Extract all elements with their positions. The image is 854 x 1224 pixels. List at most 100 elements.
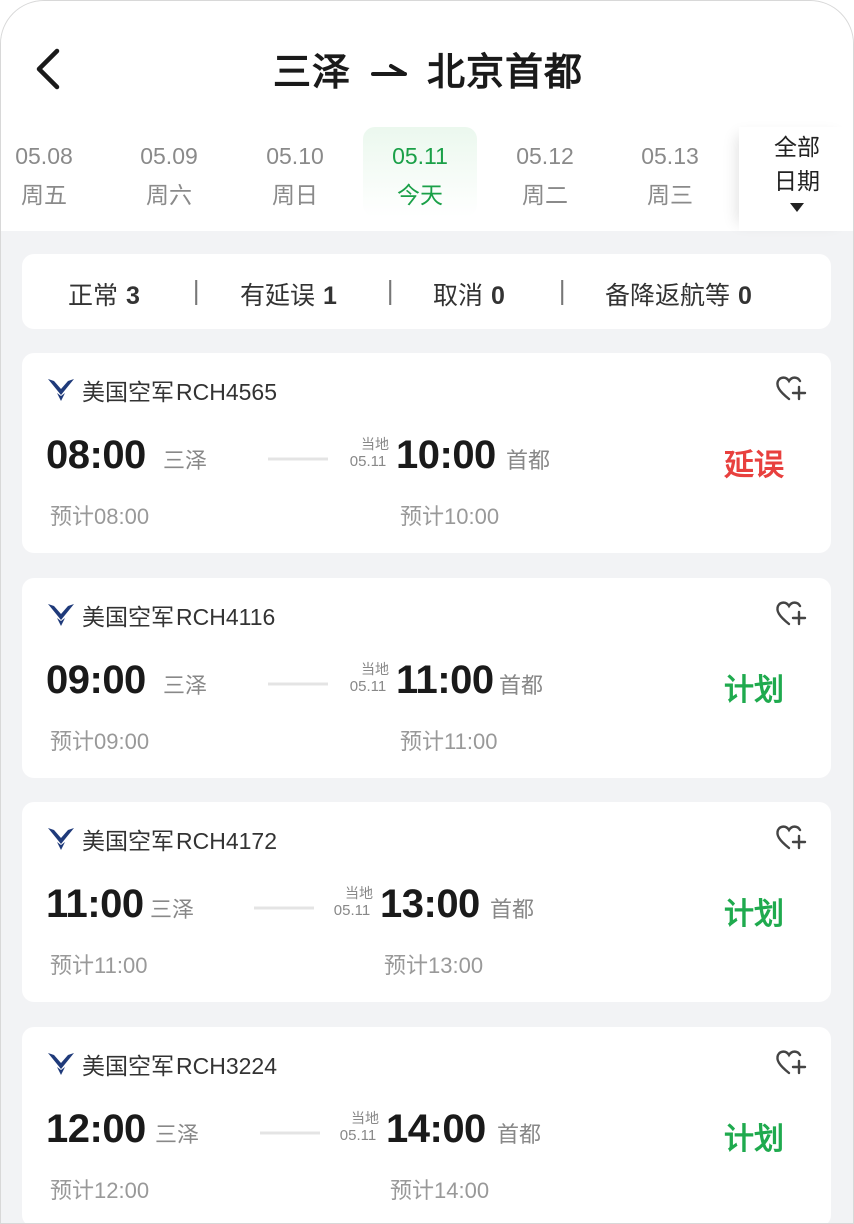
departure-city: 三泽 (163, 674, 208, 699)
separator: | (558, 276, 567, 305)
heart-plus-icon[interactable] (774, 373, 808, 403)
flight-card[interactable]: 美国空军RCH4565 08:00 三泽 当地 05.11 10:00 首都 延误… (22, 353, 831, 553)
departure-time: 12:00 (46, 1107, 146, 1151)
date-label: 05.12 (516, 143, 574, 169)
date-item-0513[interactable]: 05.13 周三 (613, 127, 727, 217)
heart-plus-icon[interactable] (774, 598, 808, 628)
delayed-label: 有延误 (240, 281, 316, 310)
departure-time: 08:00 (46, 433, 146, 477)
us-air-force-logo-icon (48, 1053, 74, 1075)
filter-diverted[interactable]: 备降返航等 0 (605, 276, 752, 312)
arrival-time: 10:00 (396, 433, 496, 477)
estimated-arrival: 预计13:00 (384, 953, 484, 979)
airline-name: 美国空军RCH4565 (82, 379, 277, 406)
weekday-label: 周三 (647, 183, 693, 209)
filter-delayed[interactable]: 有延误 1 (240, 276, 337, 312)
flight-code: RCH4565 (176, 379, 277, 405)
estimated-departure: 预计11:00 (50, 953, 148, 979)
flight-card[interactable]: 美国空军RCH3224 12:00 三泽 当地 05.11 14:00 首都 计划… (22, 1027, 831, 1223)
weekday-label: 周五 (21, 183, 67, 209)
route-line (254, 906, 314, 910)
diverted-label: 备降返航等 (605, 281, 731, 310)
status-badge: 计划 (724, 897, 784, 932)
cancelled-count: 0 (491, 282, 505, 310)
departure-city: 三泽 (163, 449, 208, 474)
us-air-force-logo-icon (48, 379, 74, 401)
status-badge: 计划 (724, 1122, 784, 1157)
flight-card[interactable]: 美国空军RCH4116 09:00 三泽 当地 05.11 11:00 首都 计划… (22, 578, 831, 778)
weekday-label: 周六 (146, 183, 192, 209)
flight-card[interactable]: 美国空军RCH4172 11:00 三泽 当地 05.11 13:00 首都 计划… (22, 802, 831, 1002)
airline-name: 美国空军RCH4172 (82, 828, 277, 855)
us-air-force-logo-icon (48, 828, 74, 850)
date-item-0511-today[interactable]: 05.11 今天 (363, 127, 477, 217)
estimated-departure: 预计12:00 (50, 1178, 150, 1204)
us-air-force-logo-icon (48, 604, 74, 626)
normal-count: 3 (126, 282, 140, 310)
status-badge: 延误 (724, 448, 784, 483)
date-label: 05.08 (15, 143, 73, 169)
all-dates-button[interactable]: 全部 日期 (739, 127, 853, 231)
arrival-city: 首都 (506, 449, 551, 474)
title-destination: 北京首都 (427, 50, 584, 94)
route-line (268, 682, 328, 686)
departure-city: 三泽 (155, 1123, 200, 1148)
departure-time: 09:00 (46, 658, 146, 702)
date-item-0510[interactable]: 05.10 周日 (238, 127, 352, 217)
estimated-departure: 预计09:00 (50, 729, 150, 755)
weekday-label: 今天 (397, 183, 443, 209)
arrival-city: 首都 (497, 1123, 542, 1148)
date-label: 05.13 (641, 143, 699, 169)
weekday-label: 周日 (272, 183, 318, 209)
arrival-time: 13:00 (380, 882, 480, 926)
airline-name: 美国空军RCH3224 (82, 1053, 277, 1080)
status-summary: 正常 3 | 有延误 1 | 取消 0 | 备降返航等 0 (22, 254, 831, 329)
flight-code: RCH4116 (176, 604, 276, 630)
heart-plus-icon[interactable] (774, 1047, 808, 1077)
date-label: 05.10 (266, 143, 324, 169)
date-label: 05.09 (140, 143, 198, 169)
estimated-departure: 预计08:00 (50, 504, 150, 530)
delayed-count: 1 (323, 282, 337, 310)
title-origin: 三泽 (272, 50, 351, 94)
airline-name: 美国空军RCH4116 (82, 604, 276, 631)
arrival-local-date: 当地 05.11 (349, 661, 389, 695)
triangle-down-icon (790, 203, 804, 212)
arrival-local-date: 当地 05.11 (339, 1110, 379, 1144)
date-bar: 05.08 周五 05.09 周六 05.10 周日 05.11 今天 05.1… (1, 127, 853, 231)
status-badge: 计划 (724, 673, 784, 708)
estimated-arrival: 预计14:00 (390, 1178, 490, 1204)
route-line (268, 457, 328, 461)
weekday-label: 周二 (522, 183, 568, 209)
route-line (260, 1131, 320, 1135)
heart-plus-icon[interactable] (774, 822, 808, 852)
app-screen: 三泽 北京首都 05.08 周五 05.09 周六 05.10 周日 05.11 … (0, 0, 854, 1224)
separator: | (192, 276, 201, 305)
page-title: 三泽 北京首都 (1, 41, 853, 96)
filter-cancelled[interactable]: 取消 0 (433, 276, 505, 312)
arrival-time: 14:00 (386, 1107, 486, 1151)
flight-code: RCH3224 (176, 1053, 277, 1079)
date-label: 05.11 (392, 143, 448, 169)
estimated-arrival: 预计11:00 (400, 729, 498, 755)
filter-normal[interactable]: 正常 3 (68, 276, 140, 312)
diverted-count: 0 (738, 282, 752, 310)
date-item-0508[interactable]: 05.08 周五 (1, 127, 101, 217)
all-dates-label-1: 全部 (774, 135, 820, 161)
date-item-0509[interactable]: 05.09 周六 (112, 127, 226, 217)
all-dates-label-2: 日期 (774, 169, 820, 195)
normal-label: 正常 (68, 281, 119, 310)
estimated-arrival: 预计10:00 (400, 504, 500, 530)
cancelled-label: 取消 (433, 281, 484, 310)
flight-code: RCH4172 (176, 828, 277, 854)
arrival-local-date: 当地 05.11 (349, 436, 389, 470)
arrival-city: 首都 (490, 898, 535, 923)
arrival-local-date: 当地 05.11 (333, 885, 373, 919)
date-item-0512[interactable]: 05.12 周二 (488, 127, 602, 217)
right-arrow-icon (371, 63, 407, 76)
arrival-city: 首都 (499, 674, 544, 699)
departure-time: 11:00 (46, 882, 144, 926)
departure-city: 三泽 (150, 898, 195, 923)
header: 三泽 北京首都 (1, 1, 853, 129)
separator: | (386, 276, 395, 305)
